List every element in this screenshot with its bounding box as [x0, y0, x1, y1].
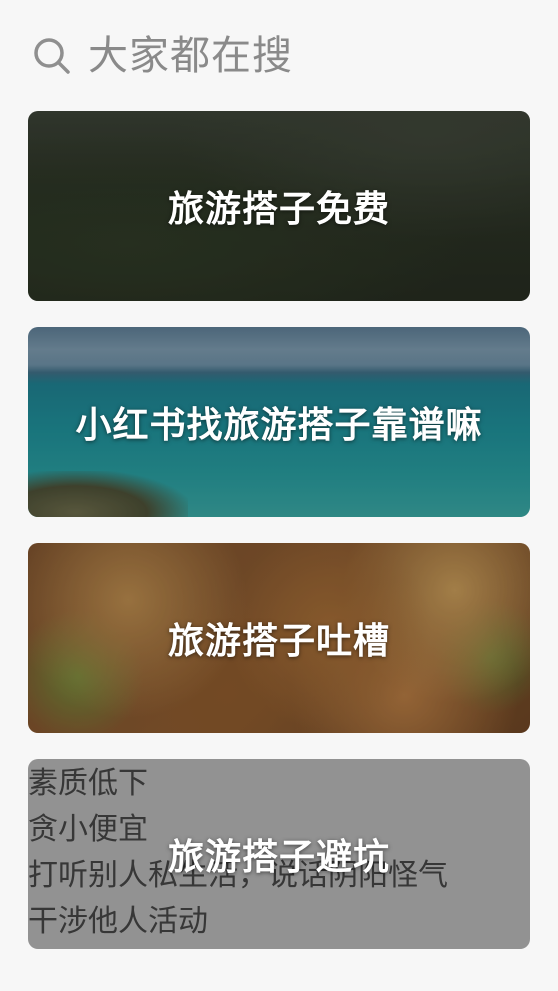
- suggestion-label: 旅游搭子免费: [167, 189, 390, 230]
- search-icon[interactable]: [32, 36, 72, 76]
- section-title: 大家都在搜: [88, 33, 293, 79]
- suggestion-label: 旅游搭子避坑: [167, 837, 390, 878]
- search-suggestion-card-3[interactable]: 旅游搭子吐槽: [28, 543, 530, 733]
- search-header: 大家都在搜: [0, 0, 558, 110]
- search-suggestion-card-4[interactable]: 素质低下 贪小便宜 打听别人私生活，说话阴阳怪气 干涉他人活动 旅游搭子避坑: [28, 759, 530, 949]
- search-suggestion-card-2[interactable]: 小红书找旅游搭子靠谱嘛: [28, 327, 530, 517]
- suggestion-label: 旅游搭子吐槽: [167, 621, 390, 662]
- suggestion-label: 小红书找旅游搭子靠谱嘛: [75, 405, 483, 446]
- search-suggestion-card-1[interactable]: 旅游搭子免费: [28, 111, 530, 301]
